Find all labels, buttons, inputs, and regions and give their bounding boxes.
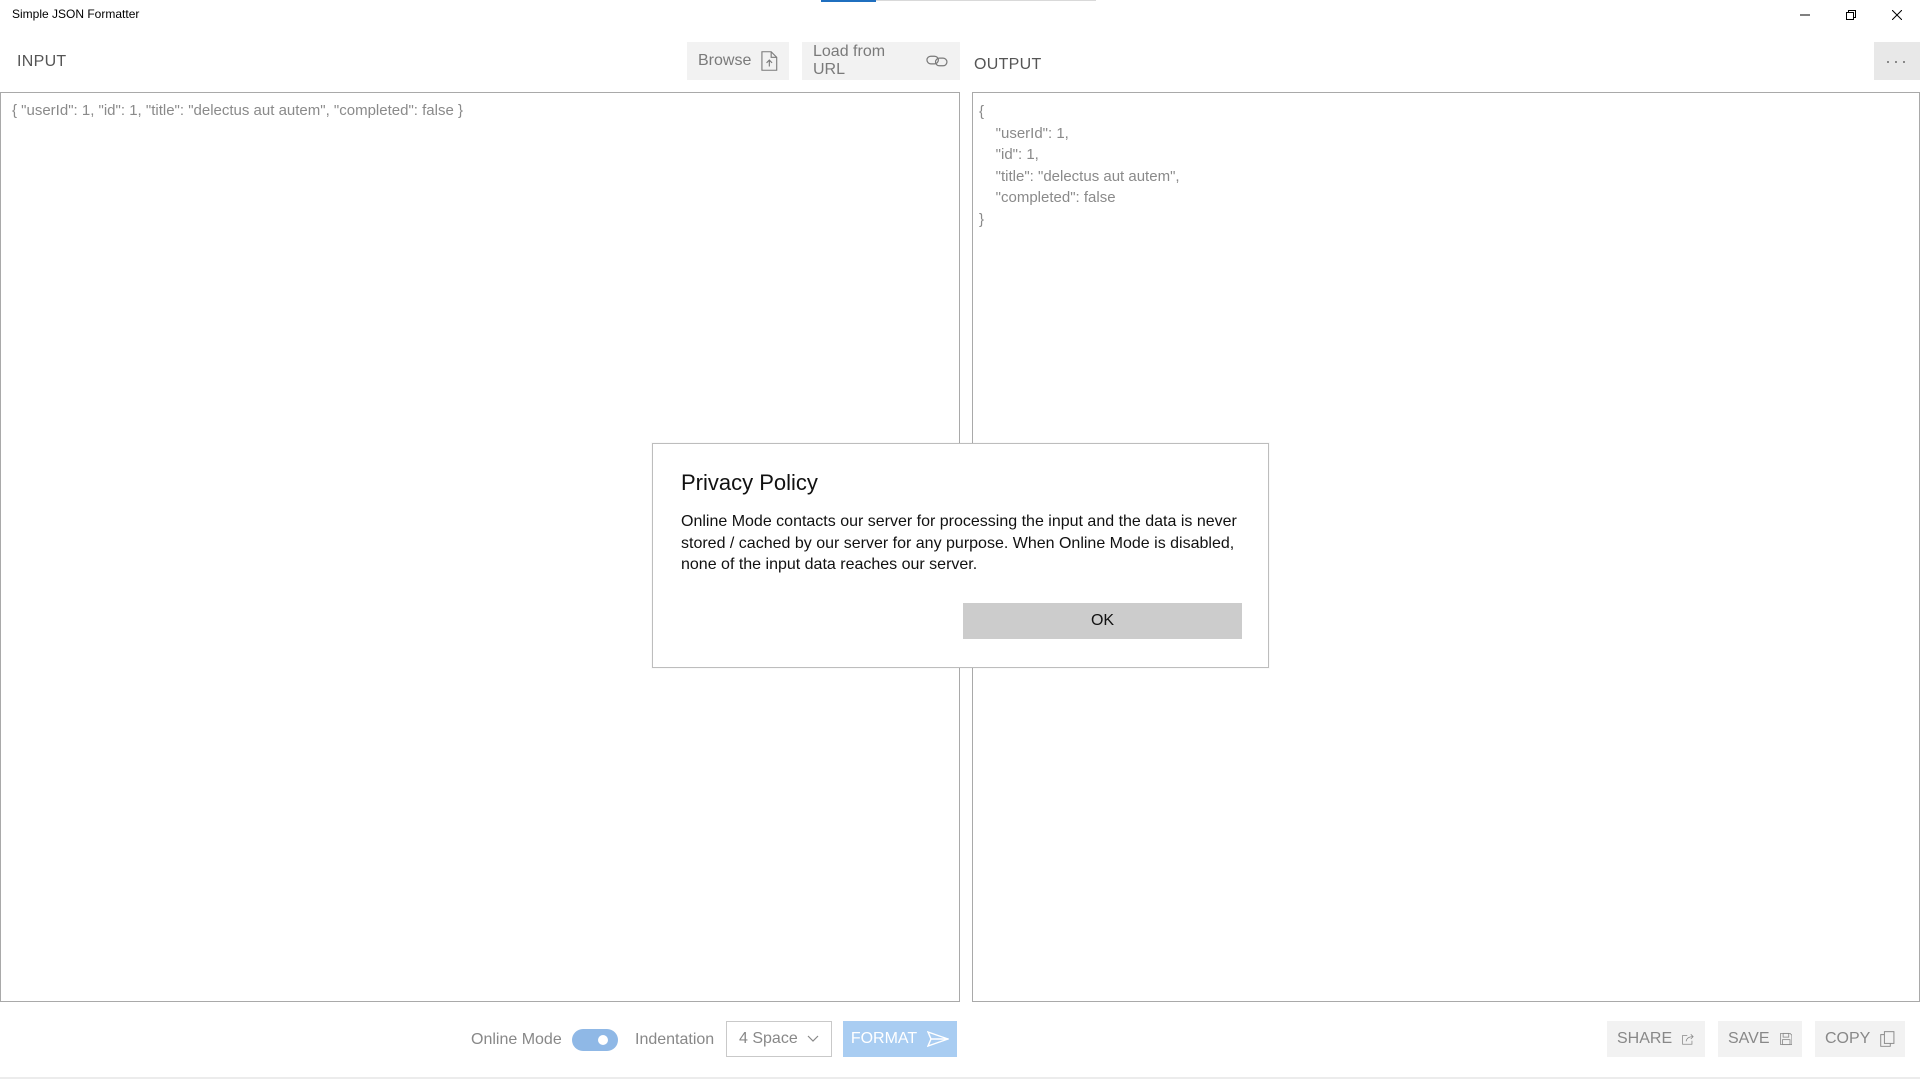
chevron-down-icon [807, 1035, 819, 1042]
output-title: OUTPUT [974, 56, 1042, 73]
ok-button[interactable]: OK [963, 603, 1242, 639]
indentation-value: 4 Space [739, 1030, 798, 1047]
close-icon [1892, 10, 1902, 20]
online-mode-label: Online Mode [471, 1031, 562, 1048]
save-label: SAVE [1728, 1030, 1770, 1047]
output-text: { "userId": 1, "id": 1, "title": "delect… [979, 103, 1180, 228]
format-button[interactable]: FORMAT [843, 1021, 957, 1057]
indentation-label: Indentation [635, 1031, 715, 1048]
minimize-button[interactable] [1782, 0, 1828, 30]
send-icon [927, 1031, 950, 1047]
copy-button[interactable]: COPY [1815, 1021, 1905, 1057]
dialog-body: Online Mode contacts our server for proc… [681, 513, 1237, 573]
drag-indicator-track [876, 0, 1096, 1]
toggle-knob [598, 1035, 608, 1045]
browse-label: Browse [698, 52, 752, 69]
indentation-select[interactable]: 4 Space [726, 1021, 832, 1057]
restore-icon [1846, 10, 1856, 20]
load-url-label: Load from URL [813, 43, 886, 78]
browse-button[interactable]: Browse [687, 42, 789, 80]
restore-button[interactable] [1828, 0, 1874, 30]
app-title: Simple JSON Formatter [12, 7, 140, 21]
format-label: FORMAT [850, 1030, 918, 1047]
minimize-icon [1800, 14, 1810, 16]
copy-icon [1880, 1031, 1895, 1047]
load-from-url-button[interactable]: Load from URL [802, 42, 960, 80]
privacy-policy-dialog: Privacy Policy Online Mode contacts our … [652, 443, 1269, 668]
ok-label: OK [1090, 612, 1115, 629]
link-icon [926, 55, 948, 67]
more-options-button[interactable]: ··· [1874, 42, 1920, 80]
share-button[interactable]: SHARE [1607, 1021, 1705, 1057]
share-label: SHARE [1617, 1030, 1673, 1047]
close-button[interactable] [1874, 0, 1920, 30]
share-icon [1682, 1034, 1694, 1045]
copy-label: COPY [1825, 1030, 1871, 1047]
input-text: { "userId": 1, "id": 1, "title": "delect… [12, 102, 463, 119]
title-bar: Simple JSON Formatter [0, 0, 1920, 30]
online-mode-toggle[interactable] [572, 1029, 618, 1051]
more-icon: ··· [1885, 50, 1909, 71]
file-upload-icon [761, 51, 778, 71]
input-title: INPUT [17, 53, 67, 70]
drag-indicator [821, 0, 876, 2]
save-button[interactable]: SAVE [1718, 1021, 1802, 1057]
dialog-title: Privacy Policy [681, 470, 818, 495]
floppy-disk-icon [1779, 1032, 1792, 1046]
